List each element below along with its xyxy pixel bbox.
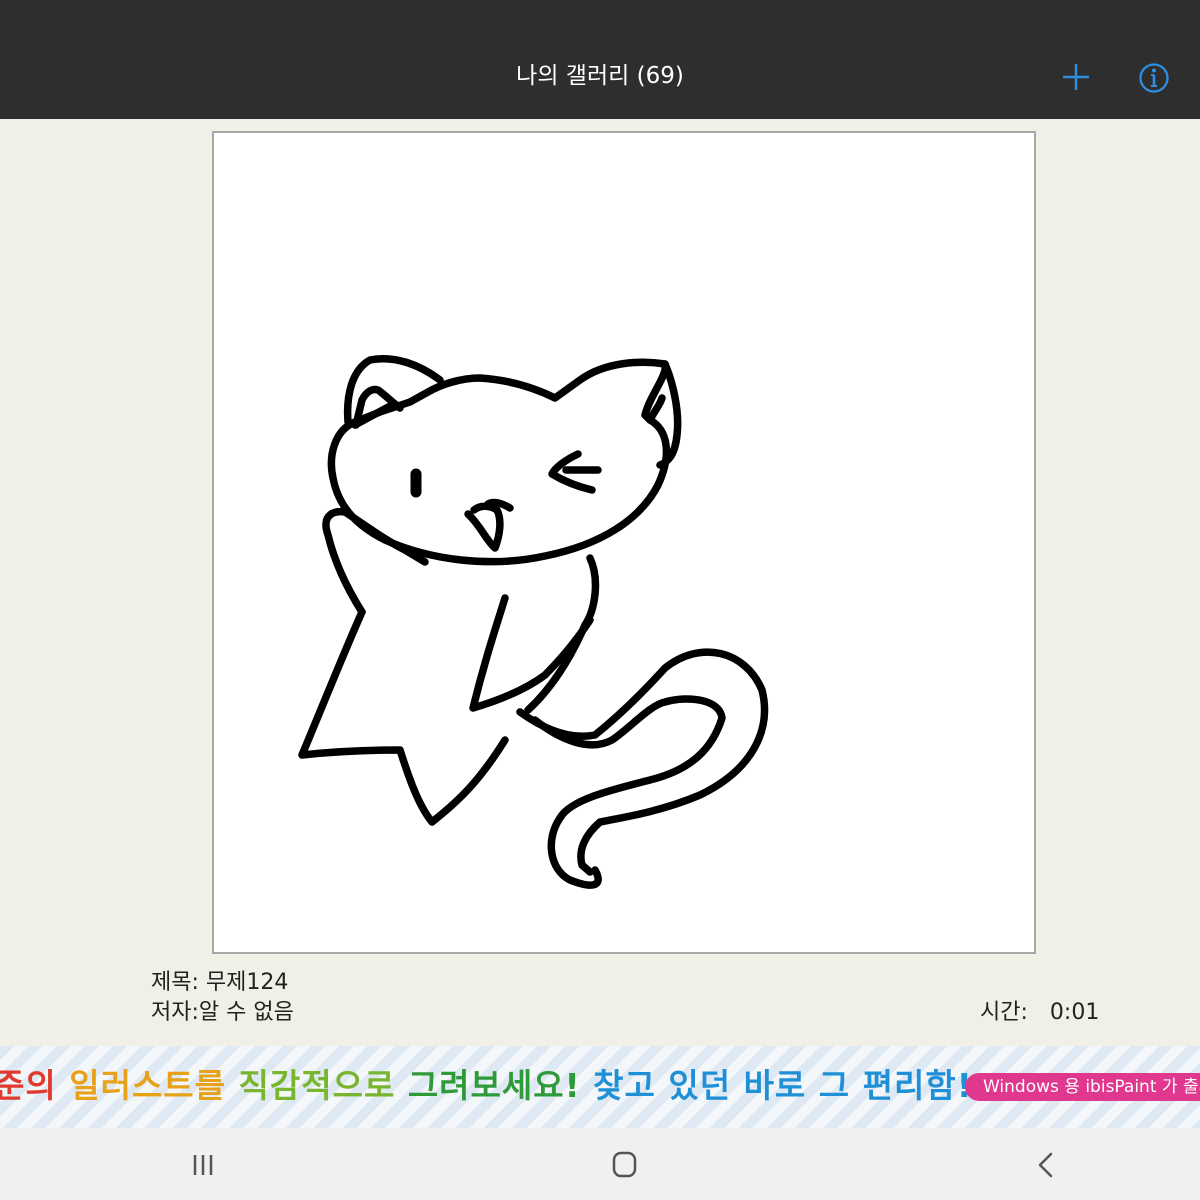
home-icon[interactable] — [604, 1148, 644, 1182]
ad-headline: 준의 일러스트를 직감적으로 그려보세요! 찾고 있던 바로 그 편리함! — [0, 1064, 973, 1108]
recents-icon[interactable] — [184, 1148, 224, 1182]
artwork-thumbnail[interactable] — [212, 131, 1036, 954]
ad-segment: 준의 — [0, 1066, 70, 1105]
time-label: 시간: — [980, 1000, 1028, 1025]
info-icon[interactable] — [1134, 57, 1174, 97]
plus-icon[interactable] — [1056, 57, 1096, 97]
ad-pill-badge[interactable]: Windows 용 ibisPaint 가 출시 — [965, 1073, 1200, 1101]
ad-banner[interactable]: 준의 일러스트를 직감적으로 그려보세요! 찾고 있던 바로 그 편리함! Wi… — [0, 1046, 1200, 1128]
top-bar: 나의 갤러리 (69) — [0, 0, 1200, 119]
artwork-author: 저자:알 수 없음 — [151, 1000, 294, 1025]
time-value: 0:01 — [1049, 1000, 1100, 1025]
ad-segment: 일러스트를 — [69, 1066, 239, 1105]
cat-drawing — [298, 355, 769, 889]
artwork-time: 시간: 0:01 — [980, 998, 1099, 1028]
back-icon[interactable] — [1026, 1148, 1066, 1182]
ad-segment: 찾고 있던 바로 그 편리함! — [593, 1066, 973, 1105]
artwork-title: 제목: 무제124 — [151, 970, 289, 995]
gallery-title: 나의 갤러리 (69) — [516, 63, 684, 89]
ad-segment: 직감적으로 — [238, 1066, 408, 1105]
ad-segment: 그려보세요! — [407, 1066, 594, 1105]
system-nav-bar — [0, 1128, 1200, 1200]
